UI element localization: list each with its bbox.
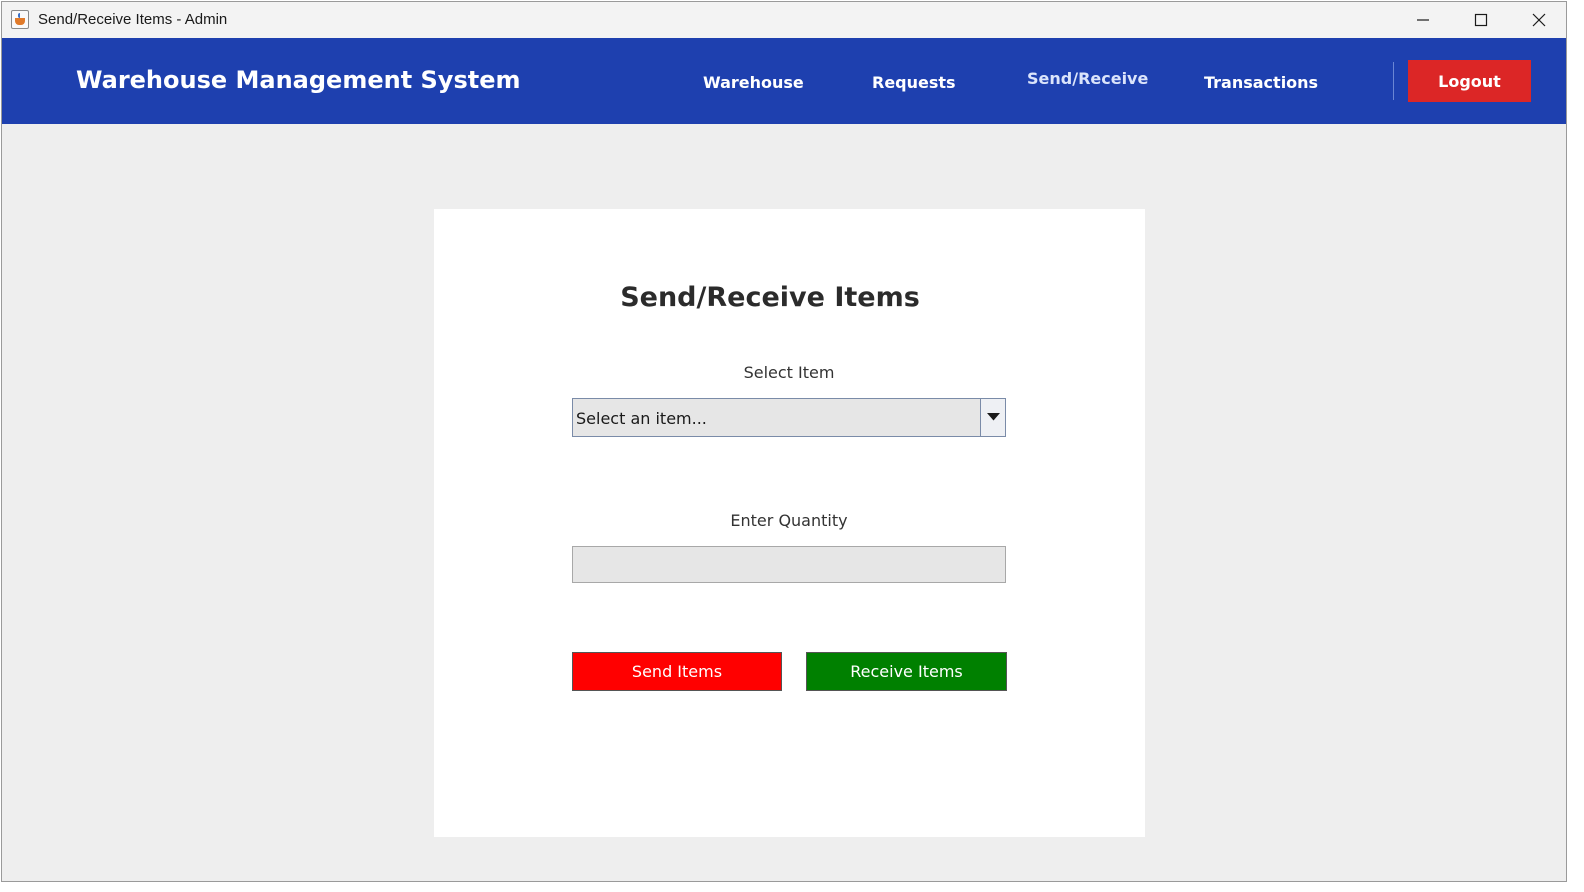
quantity-input[interactable] xyxy=(572,546,1006,583)
nav-requests[interactable]: Requests xyxy=(872,73,956,92)
minimize-button[interactable] xyxy=(1394,2,1452,38)
maximize-icon xyxy=(1474,13,1488,27)
item-select-value: Select an item... xyxy=(576,409,707,428)
receive-items-button[interactable]: Receive Items xyxy=(806,652,1007,691)
maximize-button[interactable] xyxy=(1452,2,1510,38)
window-title: Send/Receive Items - Admin xyxy=(38,11,228,28)
logout-button[interactable]: Logout xyxy=(1408,60,1531,102)
item-select-dropdown[interactable]: Select an item... xyxy=(572,398,1006,437)
minimize-icon xyxy=(1417,19,1429,21)
app-window: Send/Receive Items - Admin Warehouse Man… xyxy=(1,1,1567,882)
app-header: Warehouse Management System Warehouse Re… xyxy=(2,38,1566,124)
select-item-label: Select Item xyxy=(743,363,835,382)
chevron-down-icon xyxy=(987,413,1000,421)
page-title: Send/Receive Items xyxy=(620,282,920,313)
nav-send-receive[interactable]: Send/Receive xyxy=(1027,69,1148,88)
brand-title: Warehouse Management System xyxy=(76,66,521,94)
nav-divider xyxy=(1393,62,1394,100)
title-bar: Send/Receive Items - Admin xyxy=(2,2,1566,38)
send-receive-panel: Send/Receive Items Select Item Select an… xyxy=(434,209,1145,837)
enter-quantity-label: Enter Quantity xyxy=(730,511,848,530)
nav-warehouse[interactable]: Warehouse xyxy=(703,73,804,92)
nav-transactions[interactable]: Transactions xyxy=(1204,73,1318,92)
dropdown-arrow-button[interactable] xyxy=(980,399,1005,436)
send-items-button[interactable]: Send Items xyxy=(572,652,782,691)
close-button[interactable] xyxy=(1510,2,1566,38)
close-icon xyxy=(1532,13,1546,27)
app-icon-cup xyxy=(15,18,25,25)
java-app-icon xyxy=(11,10,29,29)
